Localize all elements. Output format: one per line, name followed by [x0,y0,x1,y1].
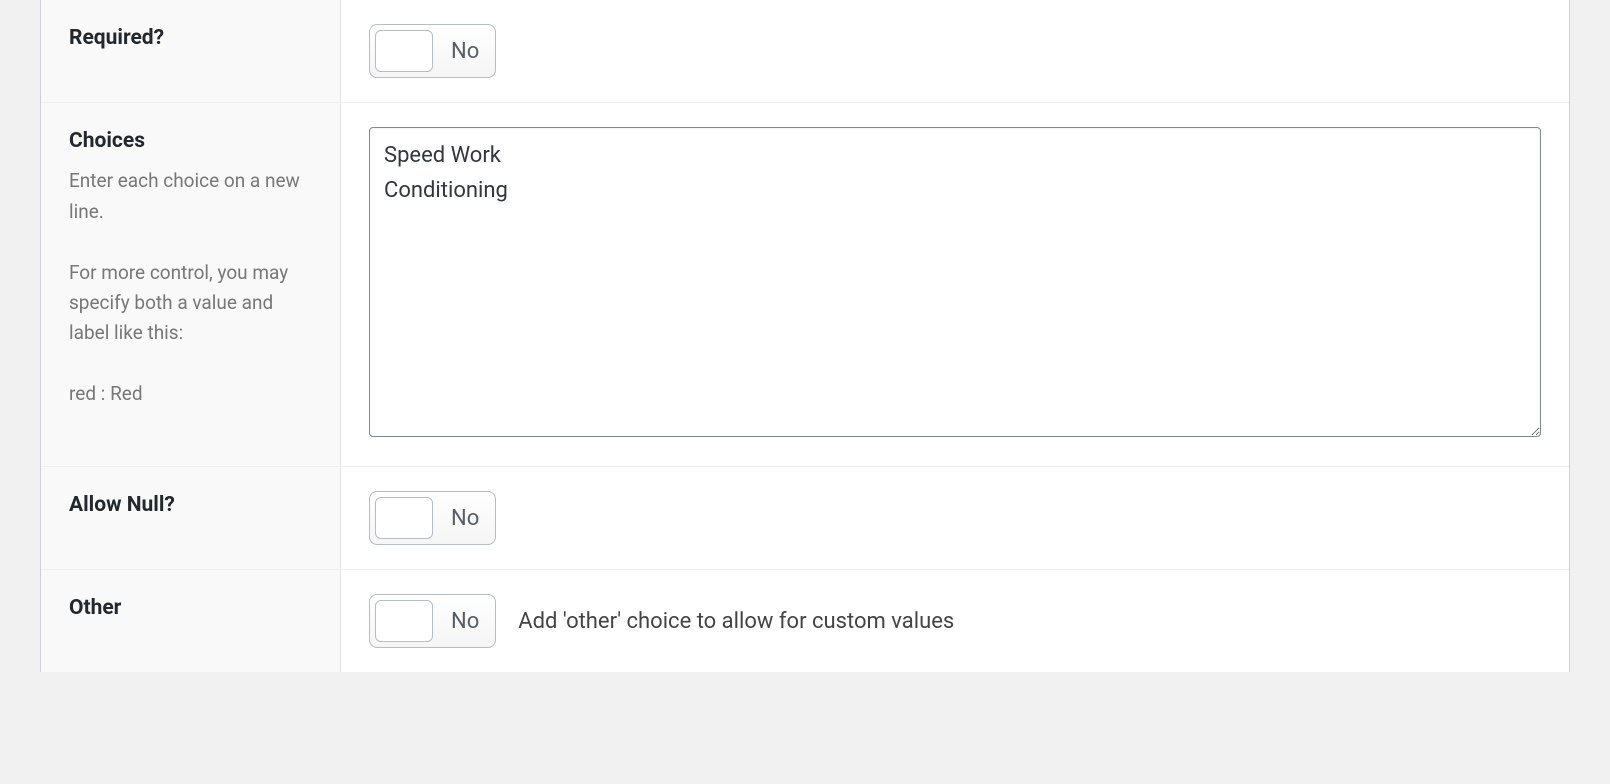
input-cell-allow-null: No [341,467,1569,569]
label-cell-required: Required? [41,0,341,102]
row-allow-null: Allow Null? No [41,466,1569,569]
field-settings-panel: Required? No Choices Enter each choice o… [40,0,1570,672]
label-cell-allow-null: Allow Null? [41,467,341,569]
input-cell-required: No [341,0,1569,102]
toggle-other-state: No [451,609,479,634]
other-note: Add 'other' choice to allow for custom v… [518,605,954,638]
label-cell-choices: Choices Enter each choice on a new line.… [41,103,341,466]
choices-textarea[interactable] [369,127,1541,437]
input-cell-choices [341,103,1569,466]
row-other: Other No Add 'other' choice to allow for… [41,569,1569,672]
label-required: Required? [69,24,312,53]
toggle-allow-null-state: No [451,506,479,531]
toggle-required-state: No [451,39,479,64]
toggle-knob [375,30,433,72]
row-required: Required? No [41,0,1569,102]
toggle-other[interactable]: No [369,594,496,648]
toggle-knob [375,600,433,642]
label-allow-null: Allow Null? [69,491,312,520]
label-other: Other [69,594,312,623]
input-cell-other: No Add 'other' choice to allow for custo… [341,570,1569,672]
toggle-knob [375,497,433,539]
desc-choices-example: red : Red [69,379,312,409]
desc-choices-line2: For more control, you may specify both a… [69,258,312,349]
desc-choices: Enter each choice on a new line. For mor… [69,166,312,409]
label-choices: Choices [69,127,312,156]
row-choices: Choices Enter each choice on a new line.… [41,102,1569,466]
desc-choices-line1: Enter each choice on a new line. [69,166,312,227]
toggle-required[interactable]: No [369,24,496,78]
toggle-allow-null[interactable]: No [369,491,496,545]
label-cell-other: Other [41,570,341,672]
